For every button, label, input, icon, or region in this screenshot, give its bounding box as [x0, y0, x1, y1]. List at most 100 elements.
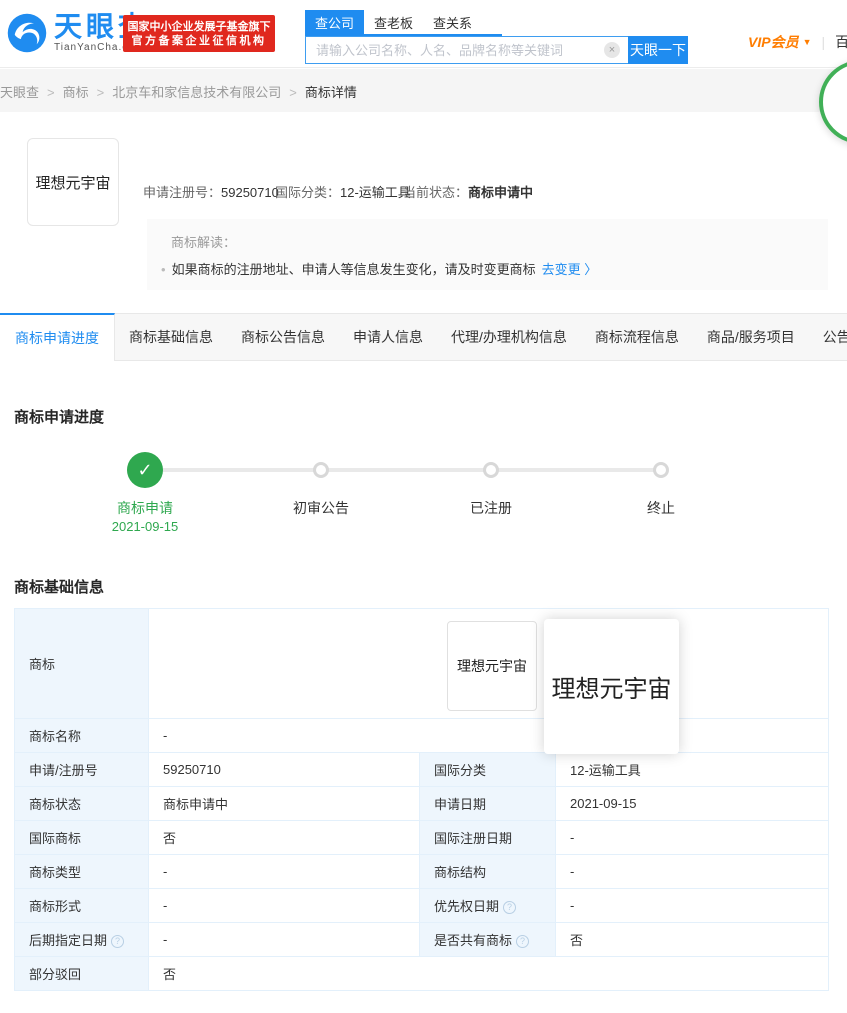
tab-applicant-info[interactable]: 申请人信息: [339, 314, 437, 360]
gov-badge-line2: 官方备案企业征信机构: [131, 34, 267, 47]
trademark-image[interactable]: 理想元宇宙: [27, 138, 119, 226]
table-row: 商标名称 -: [14, 718, 829, 753]
tab-goods-services[interactable]: 商品/服务项目: [693, 314, 809, 360]
step-label-apply: 商标申请: [117, 500, 173, 516]
step-date-apply: 2021-09-15: [111, 519, 179, 534]
row-value: 2021-09-15: [555, 786, 829, 821]
row-label-mark: 商标: [14, 608, 149, 719]
help-icon[interactable]: ?: [111, 935, 125, 948]
tianyancha-logo-icon: [7, 13, 47, 53]
intl-class-value: 12-运输工具: [340, 185, 411, 200]
trademark-zoom-preview: 理想元宇宙: [544, 619, 679, 754]
page: 天眼查 TianYanCha.com 国家中小企业发展子基金旗下 官方备案企业征…: [0, 0, 847, 1013]
trademark-image-text: 理想元宇宙: [35, 175, 111, 192]
search-tab-relation[interactable]: 查关系: [423, 10, 482, 34]
status-label: 当前状态：: [403, 185, 469, 200]
table-row: 国际商标 否 国际注册日期 -: [14, 820, 829, 855]
row-label: 部分驳回: [14, 956, 149, 991]
reg-number-label: 申请注册号：: [143, 185, 222, 200]
row-label: 后期指定日期: [29, 933, 108, 948]
detail-tab-bar: 商标申请进度 商标基础信息 商标公告信息 申请人信息 代理/办理机构信息 商标流…: [0, 313, 847, 361]
search-tab-company[interactable]: 查公司: [305, 10, 365, 34]
tab-basic-info[interactable]: 商标基础信息: [115, 314, 227, 360]
row-value: 12-运输工具: [555, 752, 829, 787]
header-divider: |: [821, 34, 826, 50]
basic-section-title: 商标基础信息: [14, 579, 105, 596]
search-tabs: 查公司 查老板 查关系: [305, 10, 503, 36]
row-label: 商标形式: [14, 888, 149, 923]
row-value: -: [555, 888, 829, 923]
row-value: -: [148, 922, 420, 957]
trademark-tip-box: 商标解读： • 如果商标的注册地址、申请人等信息发生变化，请及时变更商标 去变更 〉: [147, 219, 828, 290]
row-label: 是否共有商标: [434, 933, 513, 948]
breadcrumb-separator: >: [47, 85, 55, 100]
header: 天眼查 TianYanCha.com 国家中小企业发展子基金旗下 官方备案企业征…: [0, 0, 847, 68]
trademark-thumb[interactable]: 理想元宇宙: [447, 621, 537, 711]
search-tab-boss[interactable]: 查老板: [364, 10, 423, 34]
go-change-link[interactable]: 去变更 〉: [542, 262, 598, 277]
tab-agency-info[interactable]: 代理/办理机构信息: [437, 314, 581, 360]
table-row: 商标形式 - 优先权日期? -: [14, 888, 829, 923]
row-value: 商标申请中: [148, 786, 420, 821]
row-label: 商标类型: [14, 854, 149, 889]
row-value: -: [555, 820, 829, 855]
search-area: 查公司 查老板 查关系 × 天眼一下: [305, 10, 688, 64]
row-value: 59250710: [148, 752, 420, 787]
gov-badge-line1: 国家中小企业发展子基金旗下: [127, 20, 271, 33]
breadcrumb-current: 商标详情: [304, 85, 357, 100]
row-value: 否: [148, 956, 829, 991]
row-label: 国际分类: [419, 752, 556, 787]
table-row: 申请/注册号 59250710 国际分类 12-运输工具: [14, 752, 829, 787]
table-row: 商标 理想元宇宙 理想元宇宙: [14, 608, 829, 754]
row-label: 申请/注册号: [14, 752, 149, 787]
row-label: 国际注册日期: [419, 820, 556, 855]
bullet-icon: •: [161, 262, 166, 277]
timeline-dot-4: [653, 462, 669, 478]
breadcrumb-company[interactable]: 北京车和家信息技术有限公司: [112, 85, 281, 100]
row-value: -: [148, 718, 829, 753]
header-right-text[interactable]: 百: [835, 32, 847, 52]
breadcrumb-separator: >: [96, 85, 105, 100]
table-row: 商标类型 - 商标结构 -: [14, 854, 829, 889]
search-button[interactable]: 天眼一下: [628, 36, 688, 64]
vip-member-link[interactable]: VIP会员: [748, 32, 799, 52]
step-label-terminated: 终止: [647, 500, 675, 516]
tab-gazette-info[interactable]: 商标公告信息: [227, 314, 339, 360]
row-value: -: [148, 854, 420, 889]
status-value: 商标申请中: [468, 185, 534, 200]
tab-application-progress[interactable]: 商标申请进度: [0, 313, 115, 361]
breadcrumb-home[interactable]: 天眼查: [0, 85, 39, 100]
breadcrumb-trademark[interactable]: 商标: [63, 85, 89, 100]
check-icon: ✓: [127, 452, 163, 488]
row-value: -: [555, 854, 829, 889]
speed-value: 45: [823, 78, 847, 104]
intl-class-label: 国际分类：: [275, 185, 341, 200]
clear-icon[interactable]: ×: [604, 42, 620, 58]
row-label: 商标状态: [14, 786, 149, 821]
row-value: 否: [148, 820, 420, 855]
row-value: -: [148, 888, 420, 923]
breadcrumb-separator: >: [289, 85, 297, 100]
tab-process-info[interactable]: 商标流程信息: [581, 314, 693, 360]
breadcrumb: 天眼查 > 商标 > 北京车和家信息技术有限公司 > 商标详情: [0, 82, 357, 101]
tab-announcement-info[interactable]: 公告信息: [809, 314, 847, 360]
search-input[interactable]: [305, 36, 628, 64]
gov-badge: 国家中小企业发展子基金旗下 官方备案企业征信机构: [123, 15, 275, 52]
help-icon[interactable]: ?: [516, 935, 530, 948]
timeline-dot-2: [313, 462, 329, 478]
breadcrumb-bar: 天眼查 > 商标 > 北京车和家信息技术有限公司 > 商标详情: [0, 69, 847, 112]
step-label-preliminary: 初审公告: [293, 500, 349, 516]
row-label: 申请日期: [419, 786, 556, 821]
row-label: 商标结构: [419, 854, 556, 889]
step-label-registered: 已注册: [470, 500, 512, 516]
tip-text: 如果商标的注册地址、申请人等信息发生变化，请及时变更商标: [171, 262, 536, 277]
help-icon[interactable]: ?: [503, 901, 517, 914]
chevron-down-icon[interactable]: ▼: [803, 37, 812, 47]
row-label: 商标名称: [14, 718, 149, 753]
reg-number-value: 59250710: [221, 185, 279, 200]
table-row: 后期指定日期? - 是否共有商标? 否: [14, 922, 829, 957]
timeline-line: [145, 468, 661, 472]
table-row: 部分驳回 否: [14, 956, 829, 991]
row-label: 国际商标: [14, 820, 149, 855]
table-row: 商标状态 商标申请中 申请日期 2021-09-15: [14, 786, 829, 821]
